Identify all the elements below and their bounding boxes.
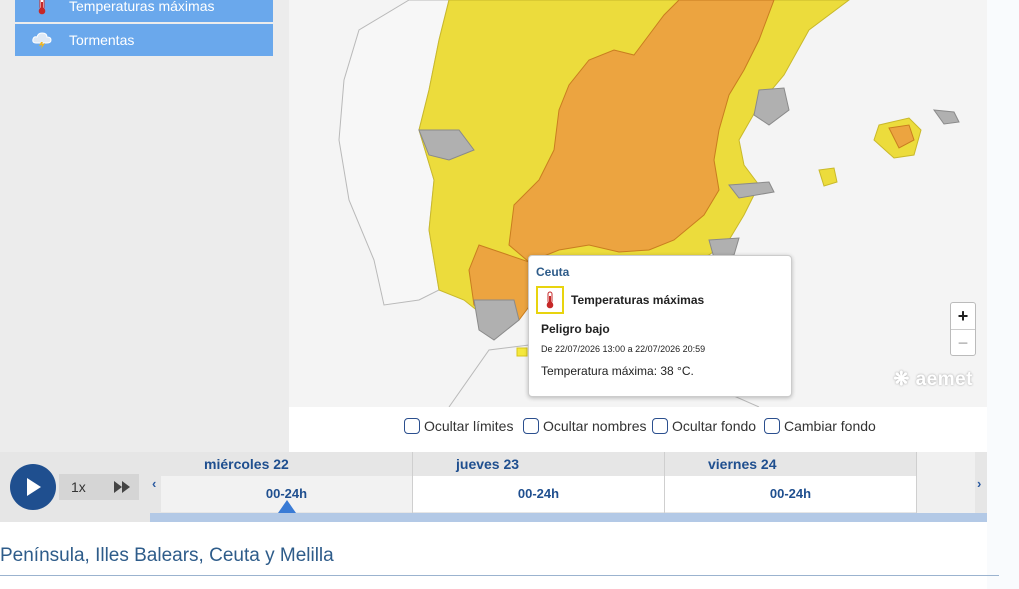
thermometer-icon — [536, 286, 564, 314]
right-edge-panel — [987, 0, 1019, 589]
storm-cloud-icon — [15, 31, 69, 49]
timeline-bar: 1x ‹ miércoles 22 00-24h jueves 23 00-24… — [0, 452, 987, 522]
sidebar-item-tormentas[interactable]: Tormentas — [15, 24, 273, 56]
map-options: Ocultar límites Ocultar nombres Ocultar … — [289, 407, 987, 452]
day-viernes-24[interactable]: viernes 24 00-24h — [665, 452, 917, 514]
menorca-shape — [932, 109, 960, 125]
checkbox-box[interactable] — [404, 418, 420, 434]
speed-control[interactable]: 1x — [59, 474, 139, 500]
day-jueves-23[interactable]: jueves 23 00-24h — [413, 452, 665, 514]
checkbox-label: Ocultar fondo — [672, 418, 757, 434]
checkbox-label: Cambiar fondo — [784, 418, 876, 434]
zoom-control: + − — [950, 302, 976, 356]
ocultar-limites-checkbox[interactable]: Ocultar límites — [404, 418, 513, 434]
sidebar: Temperaturas máximas Tormentas — [0, 0, 289, 452]
day-slot[interactable]: 00-24h — [665, 476, 916, 512]
play-button[interactable] — [10, 464, 56, 510]
day-name: jueves 23 — [413, 452, 664, 476]
checkbox-box[interactable] — [652, 418, 668, 434]
checkbox-box[interactable] — [523, 418, 539, 434]
aemet-logo-mark: ❋ — [893, 369, 916, 390]
aemet-logo: ❋ aemet — [893, 368, 973, 391]
checkbox-label: Ocultar nombres — [543, 418, 647, 434]
zoom-out-button[interactable]: − — [951, 330, 975, 356]
timeline-prev-arrow[interactable]: ‹ — [152, 476, 156, 491]
ocultar-fondo-checkbox[interactable]: Ocultar fondo — [652, 418, 756, 434]
checkbox-label: Ocultar límites — [424, 418, 514, 434]
popup-level: Peligro bajo — [541, 322, 610, 336]
cambiar-fondo-checkbox[interactable]: Cambiar fondo — [764, 418, 876, 434]
timeline-next-arrow[interactable]: › — [977, 476, 981, 491]
timeline-scrollbar[interactable] — [150, 513, 987, 522]
speed-label: 1x — [71, 479, 86, 495]
region-title: Península, Illes Balears, Ceuta y Melill… — [0, 545, 334, 566]
day-slot[interactable]: 00-24h — [413, 476, 664, 512]
sidebar-item-label: Tormentas — [69, 32, 135, 48]
zoom-in-button[interactable]: + — [951, 303, 975, 330]
aemet-logo-text: aemet — [915, 369, 973, 390]
timeline-days: miércoles 22 00-24h jueves 23 00-24h vie… — [161, 452, 917, 514]
ibiza-shape[interactable] — [818, 167, 838, 187]
timeline-extra-slot — [917, 452, 975, 514]
ceuta-shape[interactable] — [516, 347, 528, 357]
day-name: miércoles 22 — [161, 452, 412, 476]
popup-warning-type: Temperaturas máximas — [571, 293, 705, 307]
divider — [0, 575, 999, 576]
gray-region-south — [473, 299, 520, 341]
popup-title: Ceuta — [536, 265, 570, 279]
play-icon — [27, 478, 41, 496]
popup-detail: Temperatura máxima: 38 °C. — [541, 364, 694, 378]
ocultar-nombres-checkbox[interactable]: Ocultar nombres — [523, 418, 646, 434]
gray-region-east — [753, 87, 790, 126]
checkbox-box[interactable] — [764, 418, 780, 434]
thermometer-icon — [15, 0, 69, 15]
sidebar-item-label: Temperaturas máximas — [69, 0, 215, 14]
warning-popup: Ceuta Temperaturas máximas Peligro bajo … — [528, 255, 792, 397]
day-name: viernes 24 — [665, 452, 916, 476]
popup-dates: De 22/07/2026 13:00 a 22/07/2026 20:59 — [541, 344, 706, 354]
timeline-current-marker[interactable] — [278, 500, 296, 513]
sidebar-item-temperaturas-maximas[interactable]: Temperaturas máximas — [15, 0, 273, 22]
fast-forward-icon[interactable] — [113, 480, 131, 499]
